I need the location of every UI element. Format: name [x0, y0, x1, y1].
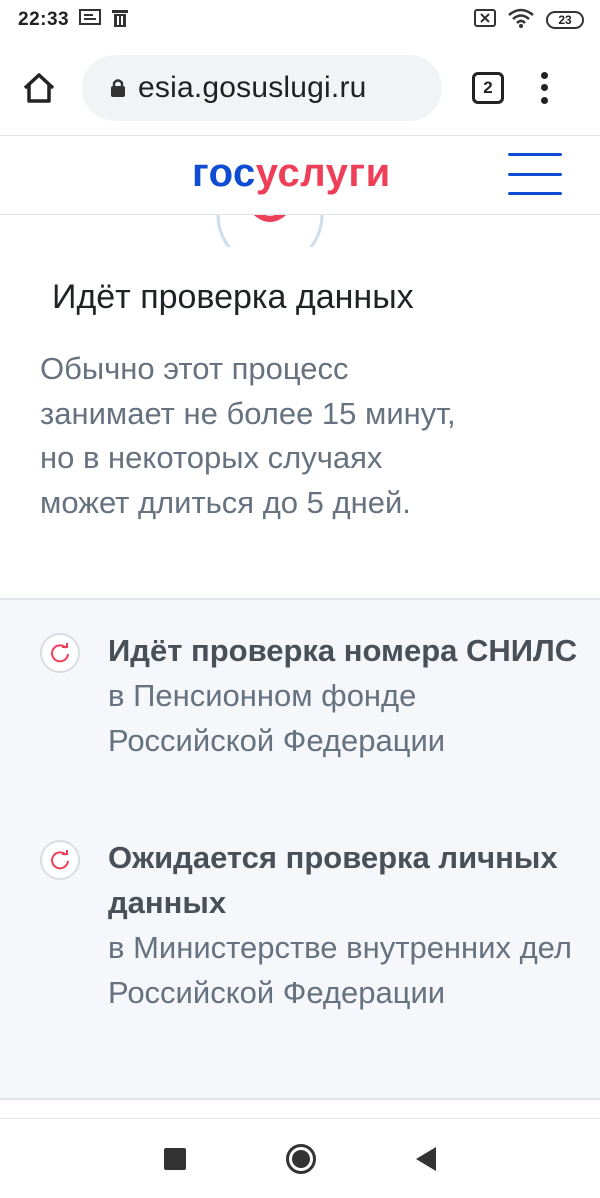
sim-x-icon — [474, 8, 496, 32]
gosuslugi-logo[interactable]: госуслуги — [192, 151, 391, 196]
system-nav-bar — [0, 1118, 600, 1198]
step-title: Идёт проверка номера СНИЛС — [108, 633, 578, 668]
menu-dots-icon[interactable] — [534, 68, 554, 108]
home-button[interactable] — [16, 65, 62, 111]
browser-toolbar: esia.gosuslugi.ru 2 — [0, 40, 600, 136]
logo-part-uslugi: услуги — [255, 151, 391, 195]
step-subtitle: в Пенсионном фонде Российской Федерации — [108, 678, 446, 758]
url-text: esia.gosuslugi.ru — [138, 70, 367, 104]
address-bar[interactable]: esia.gosuslugi.ru — [82, 54, 442, 121]
status-right: 23 — [474, 8, 584, 33]
refresh-icon — [40, 633, 80, 673]
hamburger-menu-icon[interactable] — [508, 153, 562, 195]
trash-icon — [111, 8, 129, 33]
page-description: Обычно этот процесс занимает не более 15… — [40, 351, 456, 520]
home-icon — [23, 72, 55, 103]
back-icon[interactable] — [416, 1146, 436, 1171]
home-circle-icon[interactable] — [286, 1143, 316, 1174]
step-text: Ожидается проверка личных данных в Минис… — [108, 835, 578, 1015]
status-time: 22:33 — [18, 9, 70, 30]
lock-icon — [111, 78, 125, 97]
cast-icon — [79, 8, 102, 33]
tabs-button[interactable]: 2 — [472, 71, 504, 104]
step-title: Ожидается проверка личных данных — [108, 840, 558, 920]
recent-apps-icon[interactable] — [164, 1147, 186, 1170]
page-title: Идёт проверка данных — [52, 278, 414, 316]
step-subtitle: в Министерстве внутренних дел Российской… — [108, 930, 572, 1010]
battery-icon: 23 — [546, 11, 584, 29]
logo-part-gos: гос — [192, 151, 256, 195]
wifi-icon — [508, 8, 534, 33]
refresh-icon — [40, 840, 80, 880]
status-bar: 22:33 23 — [0, 0, 600, 40]
site-header: госуслуги — [0, 137, 600, 215]
step-text: Идёт проверка номера СНИЛС в Пенсионном … — [108, 628, 578, 763]
verification-steps-panel: Идёт проверка номера СНИЛС в Пенсионном … — [0, 598, 600, 1100]
status-left: 22:33 — [18, 8, 129, 33]
loading-spinner-icon — [214, 215, 326, 247]
